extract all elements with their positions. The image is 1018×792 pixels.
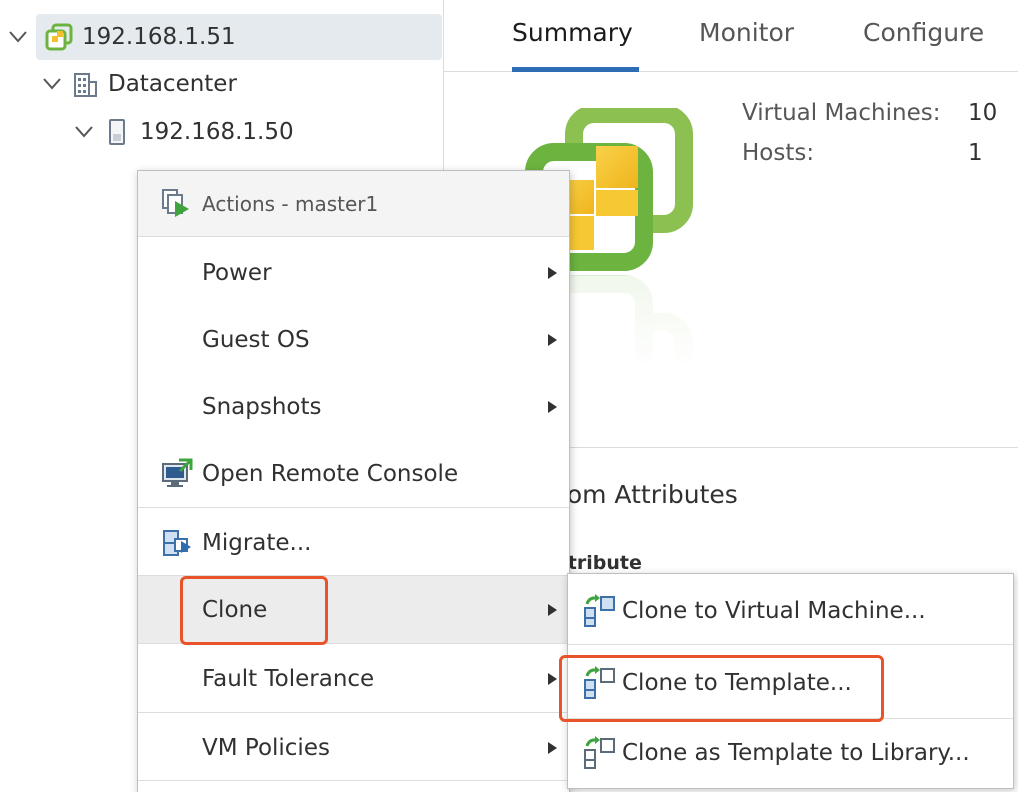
clone-template-icon (582, 665, 618, 701)
tree-item-vcenter[interactable]: 192.168.1.51 (9, 14, 442, 60)
tab-summary[interactable]: Summary (512, 18, 633, 47)
menu-item-fault-tolerance[interactable]: Fault Tolerance (138, 645, 569, 712)
menu-item-label: Open Remote Console (202, 460, 459, 487)
stat-value-vms: 10 (968, 100, 998, 126)
menu-item-label: Power (202, 259, 272, 286)
custom-attributes-title: stom Attributes (544, 480, 738, 509)
menu-item-label: VM Policies (202, 734, 330, 761)
menu-item-label: Snapshots (202, 393, 322, 420)
menu-item-guest-os[interactable]: Guest OS (138, 306, 569, 373)
clone-vm-icon (582, 593, 618, 629)
menu-item-label: Fault Tolerance (202, 665, 375, 692)
menu-item-migrate[interactable]: Migrate... (138, 509, 569, 576)
active-tab-indicator (512, 67, 639, 72)
stat-label-hosts: Hosts: (742, 140, 815, 166)
submenu-item-clone-to-template[interactable]: Clone to Template... (568, 648, 1013, 718)
menu-item-open-remote-console[interactable]: Open Remote Console (138, 440, 569, 507)
menu-item-label: Guest OS (202, 326, 310, 353)
tree-item-host[interactable]: 192.168.1.50 (72, 109, 440, 155)
submenu-arrow-icon (548, 672, 557, 685)
chevron-down-icon[interactable] (6, 25, 30, 49)
menu-separator (138, 507, 569, 508)
submenu-arrow-icon (548, 603, 557, 616)
submenu-arrow-icon (548, 266, 557, 279)
tab-monitor[interactable]: Monitor (699, 18, 794, 47)
menu-item-snapshots[interactable]: Snapshots (138, 373, 569, 440)
menu-separator (138, 712, 569, 713)
submenu-arrow-icon (548, 333, 557, 346)
menu-item-label: Migrate... (202, 529, 312, 556)
menu-separator (568, 644, 1013, 645)
tree-item-label: 192.168.1.50 (140, 119, 294, 145)
menu-item-clone[interactable]: Clone (138, 576, 569, 643)
submenu-item-label: Clone to Virtual Machine... (622, 598, 926, 624)
migrate-icon (160, 526, 194, 560)
submenu-item-clone-to-vm[interactable]: Clone to Virtual Machine... (568, 576, 1013, 646)
chevron-down-icon[interactable] (40, 72, 64, 96)
clone-submenu: Clone to Virtual Machine... Clone to Tem… (567, 573, 1014, 789)
submenu-item-label: Clone as Template to Library... (622, 740, 970, 766)
menu-header-title: Actions - master1 (202, 191, 379, 216)
tab-configure[interactable]: Configure (863, 18, 984, 47)
submenu-arrow-icon (548, 741, 557, 754)
menu-item-vm-policies[interactable]: VM Policies (138, 714, 569, 781)
menu-header: Actions - master1 (138, 171, 569, 237)
submenu-item-label: Clone to Template... (622, 670, 852, 696)
menu-separator (138, 780, 569, 781)
stat-label-vms: Virtual Machines: (742, 100, 941, 126)
datacenter-icon (70, 69, 100, 99)
menu-separator (138, 643, 569, 644)
tree-item-datacenter[interactable]: Datacenter (40, 61, 440, 107)
tree-item-label: Datacenter (108, 71, 237, 97)
clone-library-icon (582, 735, 618, 771)
host-icon (102, 117, 132, 147)
actions-context-menu: Actions - master1 Power Guest OS Snapsho… (137, 170, 570, 792)
vcenter-icon (44, 22, 74, 52)
tab-bar: Summary Monitor Configure (444, 0, 1018, 72)
menu-item-label: Clone (202, 596, 268, 623)
menu-item-power[interactable]: Power (138, 239, 569, 306)
chevron-down-icon[interactable] (72, 120, 96, 144)
vm-actions-icon (158, 186, 194, 222)
tree-item-label: 192.168.1.51 (82, 24, 236, 50)
remote-console-icon (160, 457, 194, 491)
submenu-item-clone-as-template-to-library[interactable]: Clone as Template to Library... (568, 718, 1013, 788)
submenu-arrow-icon (548, 400, 557, 413)
stat-value-hosts: 1 (968, 140, 983, 166)
